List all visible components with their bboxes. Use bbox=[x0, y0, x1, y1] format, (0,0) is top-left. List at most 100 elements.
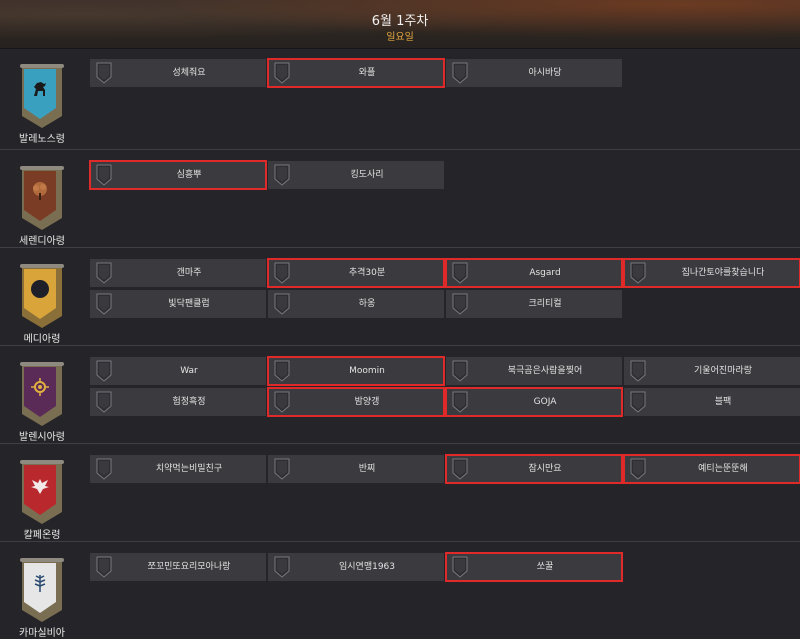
region-name: 발레노스령 bbox=[19, 134, 65, 145]
guild-name: 블팩 bbox=[714, 397, 732, 407]
guild-slot[interactable]: 밤양갱 bbox=[267, 387, 445, 417]
guild-slot[interactable]: 기울어진마라랑 bbox=[624, 357, 800, 385]
guild-name: War bbox=[180, 366, 198, 376]
shield-icon bbox=[452, 391, 468, 413]
guild-slot[interactable]: 치약먹는비밀친구 bbox=[90, 455, 266, 483]
shield-icon bbox=[630, 360, 646, 382]
guild-slot[interactable]: 반찌 bbox=[268, 455, 444, 483]
guild-name: 북극곰은사람을찢어 bbox=[507, 366, 583, 376]
region-divider bbox=[0, 345, 800, 346]
guild-name: 아시바당 bbox=[528, 68, 562, 78]
guild-slot[interactable]: 잠시만요 bbox=[445, 454, 623, 484]
guild-name: 하옹 bbox=[358, 299, 376, 309]
shield-icon bbox=[274, 164, 290, 186]
sun-eye-icon bbox=[29, 367, 51, 402]
guild-name: 밤양갱 bbox=[354, 397, 380, 407]
guild-name: 킹도사리 bbox=[350, 170, 384, 180]
guild-name: 크리티컬 bbox=[528, 299, 562, 309]
shield-icon bbox=[452, 62, 468, 84]
guild-name: 임시연맹1963 bbox=[338, 562, 396, 572]
guild-name: Asgard bbox=[529, 268, 561, 278]
region-emblem bbox=[20, 166, 64, 230]
shield-icon bbox=[96, 391, 112, 413]
crescent-icon bbox=[29, 269, 51, 304]
guild-slot[interactable]: 예티는뚠뚠해 bbox=[623, 454, 800, 484]
guild-name: 성체줘요 bbox=[172, 68, 206, 78]
region-emblem bbox=[20, 460, 64, 524]
region-divider bbox=[0, 443, 800, 444]
guild-slot[interactable]: GOJA bbox=[445, 387, 623, 417]
guild-name: 추격30분 bbox=[348, 268, 386, 278]
guild-name: 기울어진마라랑 bbox=[694, 366, 752, 376]
guild-name: 쏘꿀 bbox=[536, 562, 554, 572]
shield-icon bbox=[96, 164, 112, 186]
guild-slot[interactable]: 크리티컬 bbox=[446, 290, 622, 318]
guild-name: 집나간토야를찾습니다 bbox=[681, 268, 765, 278]
region-divider bbox=[0, 247, 800, 248]
region-emblem bbox=[20, 558, 64, 622]
tree-icon bbox=[29, 171, 51, 206]
shield-icon bbox=[274, 458, 290, 480]
shield-icon bbox=[274, 556, 290, 578]
shield-icon bbox=[452, 262, 468, 284]
guild-slot[interactable]: 임시연맹1963 bbox=[268, 553, 444, 581]
guild-slot[interactable]: 와플 bbox=[267, 58, 445, 88]
guild-slot[interactable]: War bbox=[90, 357, 266, 385]
guild-slot[interactable]: 킹도사리 bbox=[268, 161, 444, 189]
guild-name: 심흥뿌 bbox=[176, 170, 202, 180]
guild-name: 치약먹는비밀친구 bbox=[155, 464, 223, 474]
guild-slot[interactable]: Asgard bbox=[445, 258, 623, 288]
guild-name: Moomin bbox=[349, 366, 385, 376]
header: 6월 1주차 일요일 bbox=[0, 0, 800, 49]
guild-slot[interactable]: 성체줘요 bbox=[90, 59, 266, 87]
region-emblem bbox=[20, 64, 64, 128]
guild-name: 험정흑정 bbox=[172, 397, 206, 407]
guild-slot[interactable]: 블팩 bbox=[624, 388, 800, 416]
guild-name: 와플 bbox=[358, 68, 376, 78]
guild-slot[interactable]: 빛닥팬클럽 bbox=[90, 290, 266, 318]
shield-icon bbox=[96, 360, 112, 382]
horse-icon bbox=[29, 69, 51, 104]
shield-icon bbox=[274, 360, 290, 382]
shield-icon bbox=[630, 458, 646, 480]
shield-icon bbox=[452, 293, 468, 315]
guild-slot[interactable]: 갠마주 bbox=[90, 259, 266, 287]
shield-icon bbox=[96, 293, 112, 315]
guild-slot[interactable]: 북극곰은사람을찢어 bbox=[446, 357, 622, 385]
shield-icon bbox=[452, 556, 468, 578]
region-name: 카마실비아 bbox=[19, 628, 65, 639]
shield-icon bbox=[452, 458, 468, 480]
winged-crest-icon bbox=[29, 465, 51, 500]
guild-name: 예티는뚠뚠해 bbox=[698, 464, 748, 474]
guild-slot[interactable]: 집나간토야를찾습니다 bbox=[623, 258, 800, 288]
region-name: 메디아령 bbox=[23, 334, 61, 345]
region-emblem bbox=[20, 362, 64, 426]
day-label: 일요일 bbox=[386, 32, 414, 43]
guild-slot[interactable]: 아시바당 bbox=[446, 59, 622, 87]
guild-slot[interactable]: 쏘꿀 bbox=[445, 552, 623, 582]
region-name: 세렌디아령 bbox=[19, 236, 65, 247]
guild-slot[interactable]: 쪼꼬민또요리모아나랑 bbox=[90, 553, 266, 581]
shield-icon bbox=[274, 262, 290, 284]
region-divider bbox=[0, 149, 800, 150]
wheat-icon bbox=[29, 563, 51, 598]
shield-icon bbox=[630, 262, 646, 284]
guild-name: 갠마주 bbox=[176, 268, 202, 278]
guild-slot[interactable]: 하옹 bbox=[268, 290, 444, 318]
guild-slot[interactable]: 추격30분 bbox=[267, 258, 445, 288]
region-divider bbox=[0, 541, 800, 542]
shield-icon bbox=[630, 391, 646, 413]
guild-name: 빛닥팬클럽 bbox=[168, 299, 210, 309]
shield-icon bbox=[452, 360, 468, 382]
shield-icon bbox=[96, 458, 112, 480]
shield-icon bbox=[96, 556, 112, 578]
region-emblem bbox=[20, 264, 64, 328]
guild-slot[interactable]: 험정흑정 bbox=[90, 388, 266, 416]
shield-icon bbox=[274, 391, 290, 413]
shield-icon bbox=[274, 293, 290, 315]
shield-icon bbox=[274, 62, 290, 84]
guild-name: GOJA bbox=[533, 397, 557, 407]
region-name: 발렌시아령 bbox=[19, 432, 65, 443]
guild-slot[interactable]: Moomin bbox=[267, 356, 445, 386]
guild-slot[interactable]: 심흥뿌 bbox=[89, 160, 267, 190]
